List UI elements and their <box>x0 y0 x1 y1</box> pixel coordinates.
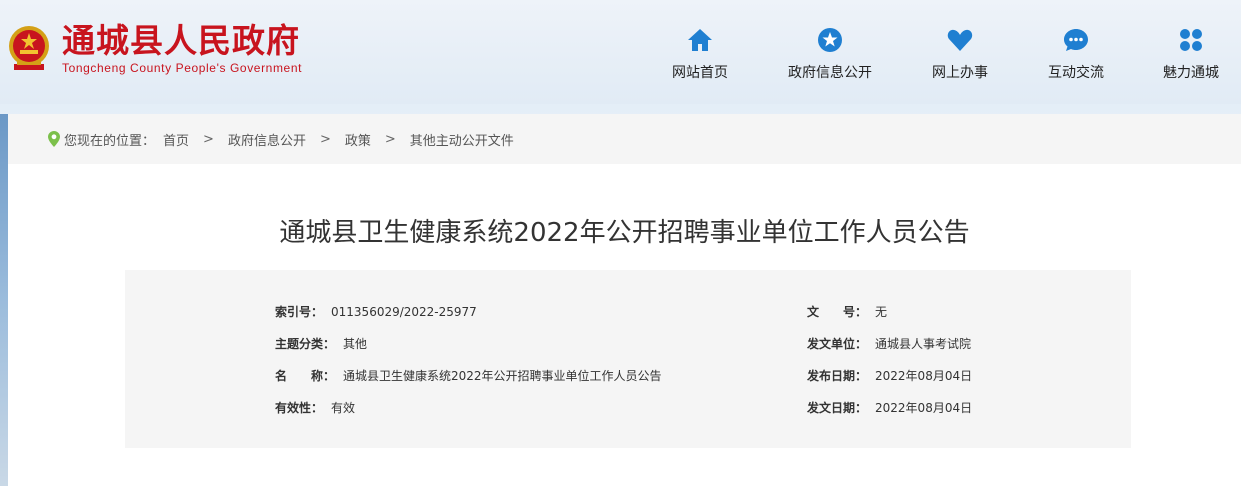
nav-label: 魅力通城 <box>1163 65 1219 81</box>
nav-item-online-service[interactable]: 网上办事 <box>905 26 1015 82</box>
nav-item-gov-info[interactable]: 政府信息公开 <box>775 26 885 82</box>
breadcrumb-separator: > <box>384 131 396 147</box>
chat-icon <box>1064 29 1088 51</box>
logo-title-cn: 通城县人民政府 <box>62 21 300 60</box>
location-pin-icon <box>48 131 60 147</box>
nav-label: 互动交流 <box>1048 65 1104 81</box>
meta-issuer: 发文单位： 通城县人事考试院 <box>807 337 972 351</box>
meta-validity: 有效性： 有效 <box>275 401 356 415</box>
main-nav: 网站首页 政府信息公开 网上办事 互动交流 魅力通城 <box>640 26 1241 90</box>
meta-publish-date: 发布日期： 2022年08月04日 <box>807 369 973 383</box>
article-title: 通城县卫生健康系统2022年公开招聘事业单位工作人员公告 <box>279 218 970 248</box>
star-icon <box>818 28 842 52</box>
logo-title-en: Tongcheng County People's Government <box>62 61 303 75</box>
nav-item-charm-tongcheng[interactable]: 魅力通城 <box>1136 26 1241 82</box>
nav-label: 政府信息公开 <box>788 65 872 81</box>
breadcrumb-policy[interactable]: 政策 <box>345 130 371 149</box>
breadcrumb-other-files[interactable]: 其他主动公开文件 <box>410 130 514 149</box>
breadcrumb: 您现在的位置： 首页 > 政府信息公开 > 政策 > 其他主动公开文件 <box>8 114 1241 164</box>
meta-doc-number: 文 号：无 <box>807 305 888 319</box>
meta-name: 名 称： 通城县卫生健康系统2022年公开招聘事业单位工作人员公告 <box>275 369 662 383</box>
breadcrumb-separator: > <box>203 131 214 147</box>
breadcrumb-home[interactable]: 首页 <box>163 130 189 149</box>
background-strip <box>0 114 8 486</box>
home-icon <box>688 29 712 51</box>
site-header: 通城县人民政府 Tongcheng County People's Govern… <box>0 0 1241 104</box>
national-emblem-icon <box>6 24 52 74</box>
breadcrumb-gov-info[interactable]: 政府信息公开 <box>228 130 306 149</box>
grid-icon <box>1180 29 1202 51</box>
meta-topic: 主题分类： 其他 <box>275 337 368 351</box>
document-metadata: 索引号： 011356029/2022-25977 主题分类： 其他 名 称： 通城县… <box>125 270 1131 448</box>
breadcrumb-separator: > <box>319 131 331 147</box>
site-logo[interactable]: 通城县人民政府 Tongcheng County People's Govern… <box>6 22 302 75</box>
nav-item-interaction[interactable]: 互动交流 <box>1021 26 1131 82</box>
breadcrumb-prefix: 您现在的位置： <box>64 133 156 149</box>
nav-item-home[interactable]: 网站首页 <box>645 26 755 82</box>
nav-label: 网站首页 <box>672 65 728 81</box>
nav-label: 网上办事 <box>932 65 988 81</box>
meta-doc-date: 发文日期： 2022年08月04日 <box>807 401 973 415</box>
heart-icon <box>947 29 973 51</box>
meta-index: 索引号： 011356029/2022-25977 <box>275 305 477 319</box>
content-area: 您现在的位置： 首页 > 政府信息公开 > 政策 > 其他主动公开文件 通城县卫… <box>8 114 1241 486</box>
